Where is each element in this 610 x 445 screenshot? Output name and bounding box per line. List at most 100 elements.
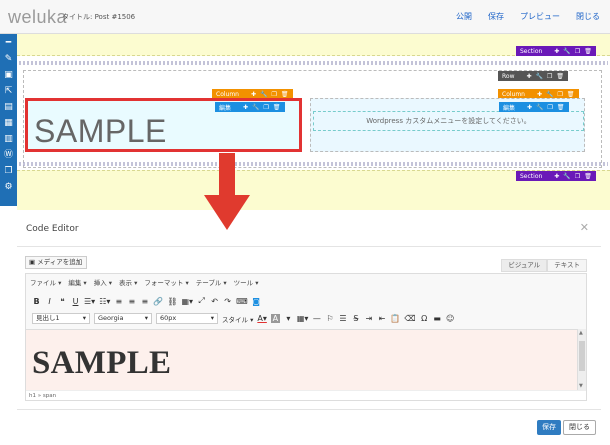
background-color-icon[interactable]: A (270, 314, 280, 323)
paste-text-icon[interactable]: 📋 (390, 314, 400, 323)
arrow-down-icon (204, 153, 250, 230)
tab-visual[interactable]: ビジュアル (501, 259, 548, 272)
copy-icon[interactable]: ❐ (548, 104, 553, 111)
quote-icon[interactable]: ❝ (58, 297, 67, 306)
edit-label[interactable]: 編集 (219, 103, 231, 112)
add-icon[interactable]: ✚ (537, 91, 542, 98)
copy-icon[interactable]: ❐ (272, 91, 277, 98)
fullscreen-icon[interactable]: ⤢ (197, 296, 206, 306)
add-icon[interactable]: ✚ (251, 91, 256, 98)
menu-view[interactable]: 表示 ▾ (119, 277, 137, 287)
publish-link[interactable]: 公開 (456, 11, 472, 22)
menu-insert[interactable]: 挿入 ▾ (94, 277, 112, 287)
scroll-down-icon[interactable]: ▼ (579, 383, 583, 389)
undo-icon[interactable]: ↶ (210, 297, 219, 306)
bold-icon[interactable]: B (32, 297, 41, 306)
text-color-icon[interactable]: A▾ (257, 314, 267, 323)
wrench-icon[interactable]: 🔧 (260, 91, 267, 98)
menu-edit[interactable]: 編集 ▾ (68, 277, 86, 287)
minus-icon[interactable]: ━ (3, 37, 15, 49)
media-icon: ▣ (29, 258, 36, 266)
menu-file[interactable]: ファイル ▾ (30, 277, 61, 287)
unlink-icon[interactable]: ⛓ (167, 297, 177, 306)
menu-format[interactable]: フォーマット ▾ (144, 277, 188, 287)
link-icon[interactable]: 🔗 (153, 297, 163, 306)
menu-tools[interactable]: ツール ▾ (234, 277, 259, 287)
copy-icon[interactable]: ❐ (558, 91, 563, 98)
bookmark-icon[interactable]: ⚐ (325, 314, 334, 323)
wrench-icon[interactable]: 🔧 (563, 173, 570, 180)
trash-icon[interactable]: 🗑 (281, 91, 289, 98)
bullet-list-icon[interactable]: ☰▾ (84, 297, 95, 306)
calendar-icon[interactable]: ▥ (3, 133, 15, 145)
edit-label[interactable]: 編集 (503, 103, 515, 112)
strikethrough-icon[interactable]: S̶ (351, 314, 360, 323)
wrench-icon[interactable]: 🔧 (546, 91, 553, 98)
copy-icon[interactable]: ❐ (264, 104, 269, 111)
keyboard-icon[interactable]: ⌨ (236, 297, 248, 306)
table-icon[interactable]: ▦▾ (297, 314, 309, 323)
add-media-button[interactable]: ▣ メディアを追加 (25, 256, 88, 269)
trash-icon[interactable]: 🗑 (584, 173, 592, 180)
preview-link[interactable]: プレビュー (520, 11, 560, 22)
add-icon[interactable]: ✚ (554, 173, 559, 180)
wrench-icon[interactable]: 🔧 (252, 104, 259, 111)
redo-icon[interactable]: ↷ (223, 297, 232, 306)
save-link[interactable]: 保存 (488, 11, 504, 22)
omega-icon[interactable]: Ω (420, 314, 429, 323)
horizontal-rule-icon[interactable]: — (312, 314, 321, 323)
trash-icon[interactable]: 🗑 (557, 104, 565, 111)
scroll-thumb[interactable] (579, 341, 585, 371)
film-icon[interactable]: ▤ (3, 101, 15, 113)
tab-text[interactable]: テキスト (547, 259, 587, 272)
font-size-select[interactable]: 60px ▾ (156, 313, 218, 324)
add-icon[interactable]: ✚ (243, 104, 248, 111)
wrench-icon[interactable]: 🔧 (536, 104, 543, 111)
save-button[interactable]: 保存 (537, 420, 561, 435)
kitchen-sink-icon[interactable]: ◙ (252, 297, 261, 306)
align-right-icon[interactable]: ≡ (140, 297, 149, 306)
underline-icon[interactable]: U (71, 297, 80, 306)
table-icon[interactable]: ▦▾ (182, 297, 194, 306)
copy-icon[interactable]: ❐ (547, 73, 552, 80)
close-link[interactable]: 閉じる (576, 11, 600, 22)
pencil-icon[interactable]: ✎ (3, 53, 15, 65)
trash-icon[interactable]: 🗑 (567, 91, 575, 98)
wordpress-icon[interactable]: Ⓦ (3, 149, 15, 161)
close-icon[interactable]: ✕ (580, 221, 589, 234)
font-family-select[interactable]: Georgia ▾ (94, 313, 152, 324)
wrench-icon[interactable]: 🔧 (536, 73, 543, 80)
trash-icon[interactable]: 🗑 (556, 73, 564, 80)
add-icon[interactable]: ✚ (554, 48, 559, 55)
close-button[interactable]: 閉じる (563, 420, 596, 435)
indent-icon[interactable]: ⇥ (364, 314, 373, 323)
copy-icon[interactable]: ❐ (575, 173, 580, 180)
justify-icon[interactable]: ☰ (338, 314, 347, 323)
content-scrollbar[interactable]: ▲ ▼ (577, 329, 586, 390)
copy-icon[interactable]: ❐ (575, 48, 580, 55)
gear-icon[interactable]: ⚙ (3, 181, 15, 193)
smiley-icon[interactable]: ☺ (446, 314, 455, 323)
add-icon[interactable]: ✚ (527, 104, 532, 111)
external-link-icon[interactable]: ⇱ (3, 85, 15, 97)
outdent-icon[interactable]: ⇤ (377, 314, 386, 323)
block-format-select[interactable]: 見出し1 ▾ (32, 313, 90, 324)
trash-icon[interactable]: 🗑 (584, 48, 592, 55)
image-icon[interactable]: ▣ (3, 69, 15, 81)
editor-content-area[interactable]: SAMPLE (26, 329, 578, 390)
chevron-down-icon[interactable]: ▾ (284, 314, 293, 323)
wrench-icon[interactable]: 🔧 (563, 48, 570, 55)
menu-table[interactable]: テーブル ▾ (196, 277, 227, 287)
style-dropdown[interactable]: スタイル ▾ (222, 314, 253, 324)
media-icon[interactable]: ▬ (433, 314, 442, 323)
copy-icon[interactable]: ❐ (3, 165, 15, 177)
trash-icon[interactable]: 🗑 (273, 104, 281, 111)
numbered-list-icon[interactable]: ☷▾ (99, 297, 110, 306)
align-left-icon[interactable]: ≡ (114, 297, 123, 306)
clear-format-icon[interactable]: ⌫ (404, 314, 415, 323)
scroll-up-icon[interactable]: ▲ (579, 330, 583, 336)
add-icon[interactable]: ✚ (526, 73, 531, 80)
align-center-icon[interactable]: ≡ (127, 297, 136, 306)
briefcase-icon[interactable]: ▦ (3, 117, 15, 129)
italic-icon[interactable]: I (45, 297, 54, 306)
